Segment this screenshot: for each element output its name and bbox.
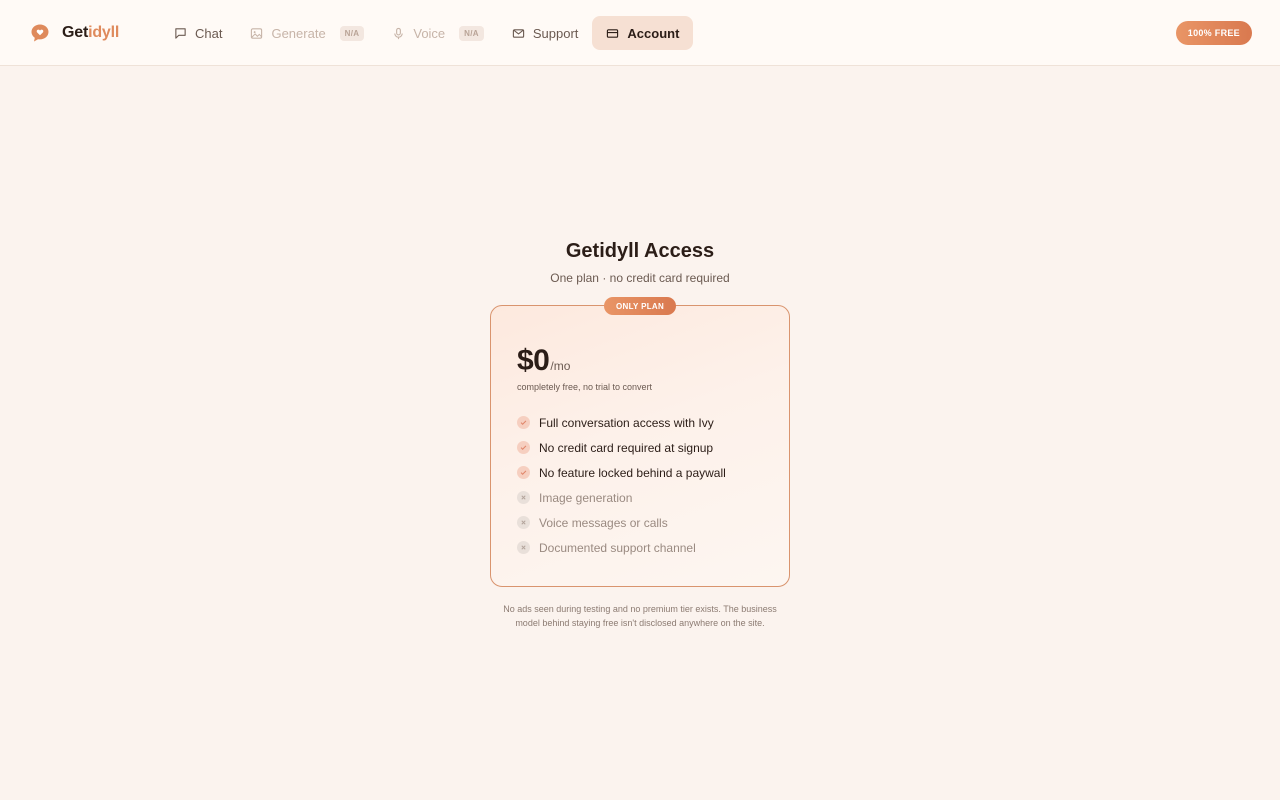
- voice-na-badge: N/A: [459, 25, 484, 41]
- check-icon: [517, 441, 530, 454]
- cross-icon: [517, 516, 530, 529]
- feature-item: No credit card required at signup: [517, 435, 726, 460]
- nav-item-support[interactable]: Support: [498, 16, 593, 50]
- nav-item-voice-label: Voice: [413, 25, 446, 41]
- feature-list: Full conversation access with Ivy No cre…: [517, 410, 726, 560]
- nav-item-account-label: Account: [627, 25, 680, 41]
- plan-price: $0 /mo: [517, 344, 570, 378]
- plan-card: ONLY PLAN $0 /mo completely free, no tri…: [490, 297, 790, 587]
- heart-chat-logo-icon: [31, 24, 49, 42]
- brand[interactable]: Getidyll: [30, 22, 119, 44]
- main-nav: Chat Generate N/A Voice N/A Support Acco…: [160, 16, 694, 50]
- brand-name: Getidyll: [62, 24, 119, 42]
- feature-item: No feature locked behind a paywall: [517, 460, 726, 485]
- nav-item-generate-label: Generate: [271, 25, 326, 41]
- microphone-icon: [394, 27, 404, 39]
- feature-text: No credit card required at signup: [539, 440, 714, 455]
- image-icon: [251, 27, 263, 39]
- price-note: completely free, no trial to convert: [517, 382, 653, 392]
- feature-item: Image generation: [517, 485, 726, 510]
- feature-text: Full conversation access with Ivy: [539, 415, 714, 430]
- page-subtitle: One plan · no credit card required: [550, 271, 730, 285]
- feature-text: No feature locked behind a paywall: [539, 465, 726, 480]
- check-icon: [517, 416, 530, 429]
- check-icon: [517, 466, 530, 479]
- feature-item: Full conversation access with Ivy: [517, 410, 726, 435]
- nav-item-support-label: Support: [532, 25, 579, 41]
- price-amount: $0: [517, 344, 550, 377]
- nav-item-voice[interactable]: Voice N/A: [378, 16, 498, 50]
- chat-bubble-icon: [175, 27, 186, 39]
- top-navbar: Getidyll Chat Generate N/A Voice N/A Sup…: [0, 0, 1280, 66]
- price-unit: /mo: [550, 359, 571, 373]
- free-badge: 100% FREE: [1175, 21, 1252, 45]
- mail-icon: [512, 28, 525, 38]
- nav-item-chat-label: Chat: [195, 25, 223, 41]
- brand-name-part2: idyll: [88, 24, 120, 41]
- feature-text: Voice messages or calls: [539, 515, 668, 530]
- nav-item-account[interactable]: Account: [592, 16, 694, 50]
- cross-icon: [517, 491, 530, 504]
- only-plan-badge: ONLY PLAN: [604, 297, 677, 315]
- page-title: Getidyll Access: [565, 240, 715, 262]
- feature-text: Image generation: [539, 490, 633, 505]
- feature-item: Documented support channel: [517, 535, 726, 560]
- cross-icon: [517, 541, 530, 554]
- nav-item-generate[interactable]: Generate N/A: [236, 16, 378, 50]
- generate-na-badge: N/A: [339, 25, 365, 41]
- brand-name-part1: Get: [62, 24, 89, 41]
- feature-text: Documented support channel: [539, 540, 696, 555]
- feature-item: Voice messages or calls: [517, 510, 726, 535]
- footnote: No ads seen during testing and no premiu…: [503, 604, 777, 628]
- nav-item-chat[interactable]: Chat: [160, 16, 236, 50]
- card-icon: [607, 28, 619, 38]
